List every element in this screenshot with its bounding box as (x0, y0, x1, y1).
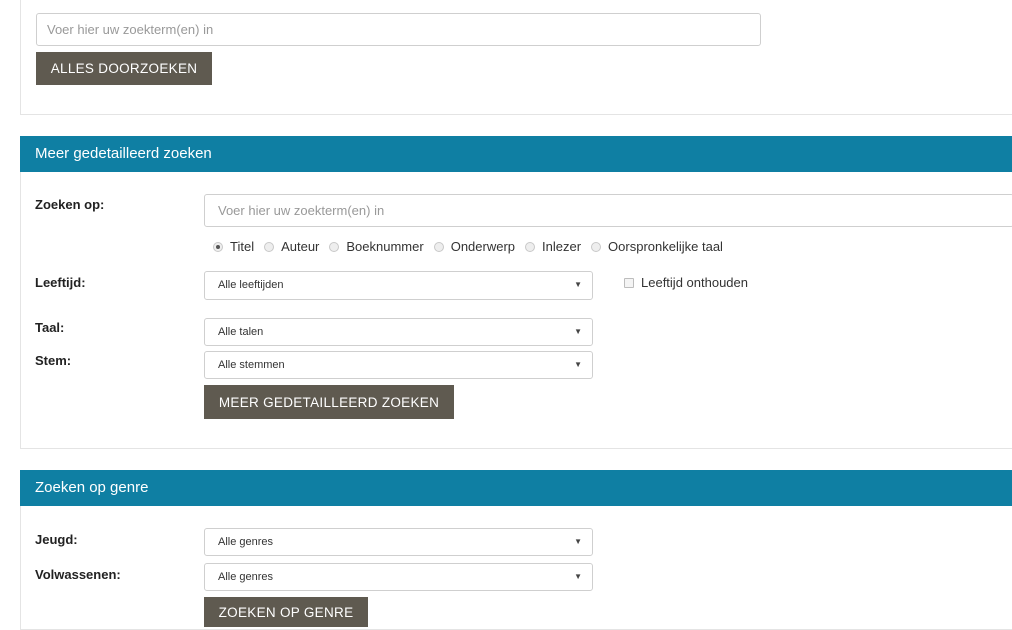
radio-option-titel[interactable]: Titel (213, 239, 254, 254)
youth-label: Jeugd: (35, 532, 78, 547)
genre-search-header: Zoeken op genre (20, 470, 1012, 506)
detailed-search-panel: Meer gedetailleerd zoeken Zoeken op: Tit… (20, 136, 1012, 449)
radio-label: Auteur (281, 239, 320, 254)
genre-search-panel: Zoeken op genre Jeugd: Alle genres ▼ Vol… (20, 470, 1012, 630)
simple-search-input[interactable] (36, 13, 761, 46)
language-select-value: Alle talen (218, 326, 264, 338)
detailed-search-button[interactable]: MEER GEDETAILLEERD ZOEKEN (204, 385, 454, 419)
radio-option-inlezer[interactable]: Inlezer (525, 239, 581, 254)
remember-age-option[interactable]: Leeftijd onthouden (624, 275, 748, 290)
radio-button[interactable] (264, 241, 275, 252)
detailed-search-input[interactable] (204, 194, 1012, 227)
remember-age-label: Leeftijd onthouden (641, 275, 748, 290)
adults-genre-select[interactable]: Alle genres ▼ (204, 563, 593, 591)
youth-genre-value: Alle genres (218, 536, 274, 548)
remember-age-checkbox[interactable] (624, 277, 634, 288)
voice-label: Stem: (35, 353, 72, 368)
radio-button[interactable] (591, 241, 602, 252)
adults-genre-value: Alle genres (218, 571, 274, 583)
radio-option-oorspronkelijke-taal[interactable]: Oorspronkelijke taal (591, 239, 723, 254)
search-all-button[interactable]: ALLES DOORZOEKEN (36, 52, 212, 85)
detailed-search-header: Meer gedetailleerd zoeken (20, 136, 1012, 172)
radio-label: Boeknummer (346, 239, 424, 254)
radio-label: Titel (230, 239, 255, 254)
age-select-value: Alle leeftijden (218, 279, 284, 291)
radio-button[interactable] (433, 241, 444, 252)
chevron-down-icon: ▼ (574, 572, 582, 581)
search-field-radio-group: Titel Auteur Boeknummer Onderwerp Inleze… (213, 239, 733, 254)
chevron-down-icon: ▼ (574, 327, 582, 336)
radio-button[interactable] (213, 241, 223, 252)
simple-search-panel: ALLES DOORZOEKEN (20, 0, 1012, 115)
voice-select[interactable]: Alle stemmen ▼ (204, 351, 593, 379)
chevron-down-icon: ▼ (574, 280, 582, 289)
language-label: Taal: (35, 320, 65, 335)
youth-genre-select[interactable]: Alle genres ▼ (204, 528, 593, 556)
chevron-down-icon: ▼ (574, 537, 582, 546)
radio-label: Oorspronkelijke taal (608, 239, 723, 254)
language-select[interactable]: Alle talen ▼ (204, 318, 593, 346)
radio-button[interactable] (329, 241, 340, 252)
radio-option-auteur[interactable]: Auteur (264, 239, 319, 254)
radio-label: Onderwerp (450, 239, 516, 254)
radio-label: Inlezer (542, 239, 582, 254)
search-on-label: Zoeken op: (35, 197, 105, 212)
chevron-down-icon: ▼ (574, 360, 582, 369)
adults-label: Volwassenen: (35, 567, 121, 582)
radio-option-boeknummer[interactable]: Boeknummer (329, 239, 424, 254)
radio-button[interactable] (525, 241, 536, 252)
age-select[interactable]: Alle leeftijden ▼ (204, 271, 593, 300)
age-label: Leeftijd: (35, 275, 86, 290)
radio-option-onderwerp[interactable]: Onderwerp (433, 239, 516, 254)
voice-select-value: Alle stemmen (218, 359, 285, 371)
genre-search-button[interactable]: ZOEKEN OP GENRE (204, 597, 368, 627)
